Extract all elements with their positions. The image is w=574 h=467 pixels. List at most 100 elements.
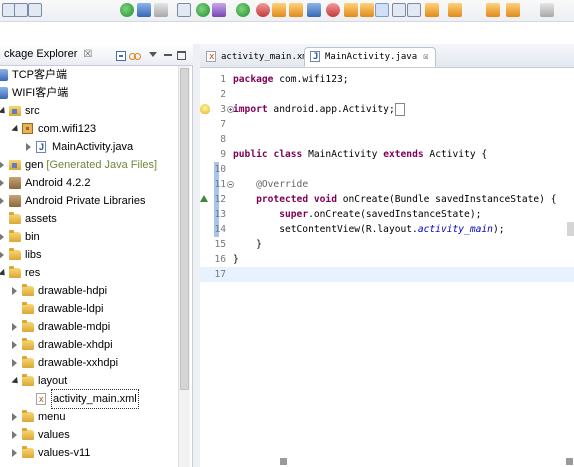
collapsed-arrow-icon[interactable] <box>12 431 17 439</box>
tree-item[interactable]: TCP客户端 <box>0 66 178 84</box>
collapsed-arrow-icon[interactable] <box>26 143 31 151</box>
tree-scroll-thumb[interactable] <box>180 68 189 390</box>
code-line[interactable]: 1 package com.wifi123; <box>200 72 574 87</box>
next-annotation-icon[interactable] <box>425 3 439 17</box>
save-icon[interactable] <box>14 3 28 17</box>
tree-item[interactable]: drawable-mdpi <box>0 318 178 336</box>
tree-item[interactable]: MainActivity.java <box>0 138 178 156</box>
tree-item[interactable]: layout <box>0 372 178 390</box>
external-tools-icon[interactable] <box>272 3 286 17</box>
collapsed-arrow-icon[interactable] <box>12 287 17 295</box>
editor-tabbar: activity_main.xml MainActivity.java ☒ <box>200 44 574 68</box>
collapsed-arrow-icon[interactable] <box>0 161 4 169</box>
tree-item-text: bin <box>25 231 40 243</box>
code-line[interactable]: 3 import android.app.Activity; <box>200 102 574 117</box>
tree-item[interactable]: assets <box>0 210 178 228</box>
code-line[interactable]: 12 protected void onCreate(Bundle savedI… <box>200 192 574 207</box>
code-line[interactable]: 11 @Override <box>200 177 574 192</box>
tree-item-label: assets <box>25 210 57 228</box>
tree-item[interactable]: com.wifi123 <box>0 120 178 138</box>
tree-item[interactable]: src <box>0 102 178 120</box>
collapsed-arrow-icon[interactable] <box>12 323 17 331</box>
maximize-icon[interactable] <box>177 51 186 60</box>
new-android-project-icon[interactable] <box>177 3 191 17</box>
code-line[interactable]: 17 <box>200 267 574 282</box>
tree-item[interactable]: values <box>0 426 178 444</box>
android-sdk-icon[interactable] <box>120 3 134 17</box>
view-menu-icon[interactable] <box>149 52 157 57</box>
back-icon[interactable] <box>506 3 520 17</box>
tree-vertical-scrollbar[interactable] <box>178 66 190 467</box>
code-line[interactable]: 14 setContentView(R.layout.activity_main… <box>200 222 574 237</box>
coverage-icon[interactable] <box>256 3 270 17</box>
tree-item[interactable]: drawable-xhdpi <box>0 336 178 354</box>
tree-item[interactable]: values-v11 <box>0 444 178 462</box>
view-sash[interactable] <box>193 44 200 467</box>
tab-package-explorer[interactable]: ckage Explorer ☒ <box>0 48 96 64</box>
code-line[interactable]: 10 <box>200 162 574 177</box>
new-class-icon[interactable] <box>326 3 340 17</box>
tree-item[interactable]: drawable-xxhdpi <box>0 354 178 372</box>
tree-item[interactable]: bin <box>0 228 178 246</box>
toggle-breadcrumb-icon[interactable] <box>392 3 406 17</box>
expanded-arrow-icon[interactable] <box>11 124 21 135</box>
print-icon[interactable] <box>28 3 42 17</box>
editor-tab[interactable]: activity_main.xml <box>200 47 320 67</box>
tree-item[interactable]: libs <box>0 246 178 264</box>
lint-icon[interactable] <box>154 3 168 17</box>
link-with-editor-icon[interactable] <box>129 51 141 61</box>
collapsed-arrow-icon[interactable] <box>0 251 4 259</box>
code-line[interactable]: 15 } <box>200 237 574 252</box>
debug-icon[interactable] <box>196 3 210 17</box>
editor-horizontal-scrollbar[interactable] <box>200 456 574 467</box>
last-edit-icon[interactable] <box>486 3 500 17</box>
editor-tab[interactable]: MainActivity.java ☒ <box>304 47 436 67</box>
code-line[interactable]: 8 <box>200 132 574 147</box>
new-package-icon[interactable] <box>307 3 321 17</box>
tree-item[interactable]: drawable-hdpi <box>0 282 178 300</box>
toggle-mark-occurrences-icon[interactable] <box>375 3 389 17</box>
open-type-icon[interactable] <box>344 3 358 17</box>
expanded-arrow-icon[interactable] <box>0 106 8 117</box>
close-icon[interactable]: ☒ <box>83 49 92 60</box>
code-line[interactable]: 13 super.onCreate(savedInstanceState); <box>200 207 574 222</box>
override-icon[interactable] <box>200 195 208 202</box>
code-editor[interactable]: 1 package com.wifi123; 2 3 import android.ap… <box>200 68 574 467</box>
code-line[interactable]: 7 <box>200 117 574 132</box>
search-icon[interactable] <box>360 3 374 17</box>
tree-item[interactable]: menu <box>0 408 178 426</box>
tree-item[interactable]: WIFI客户端 <box>0 84 178 102</box>
collapsed-arrow-icon[interactable] <box>12 359 17 367</box>
new-java-project-icon[interactable] <box>289 3 303 17</box>
collapsed-arrow-icon[interactable] <box>0 197 4 205</box>
code-line[interactable]: 16} <box>200 252 574 267</box>
tree-item[interactable]: activity_main.xml <box>0 389 178 409</box>
close-icon[interactable]: ☒ <box>423 52 428 62</box>
code-line[interactable]: 2 <box>200 87 574 102</box>
code-line[interactable]: 9 public class MainActivity extends Activ… <box>200 147 574 162</box>
minimize-icon[interactable] <box>164 54 172 56</box>
collapsed-arrow-icon[interactable] <box>12 449 17 457</box>
pin-icon[interactable] <box>407 3 421 17</box>
bug-icon[interactable] <box>212 3 226 17</box>
run-icon[interactable] <box>236 3 250 17</box>
folder-icon <box>9 230 21 242</box>
tree-item[interactable]: Android Private Libraries <box>0 192 178 210</box>
collapsed-arrow-icon[interactable] <box>12 413 17 421</box>
overview-ruler-marker[interactable] <box>567 222 574 236</box>
collapse-all-icon[interactable] <box>116 51 126 61</box>
tree-item[interactable]: Android 4.2.2 <box>0 174 178 192</box>
tree-item[interactable]: drawable-ldpi <box>0 300 178 318</box>
tree-item[interactable]: gen [Generated Java Files] <box>0 156 178 174</box>
prev-annotation-icon[interactable] <box>448 3 462 17</box>
expanded-arrow-icon[interactable] <box>11 376 21 387</box>
quick-fix-icon[interactable] <box>200 104 210 114</box>
expanded-arrow-icon[interactable] <box>0 268 8 279</box>
tree-item[interactable]: res <box>0 264 178 282</box>
tree-item-decoration: [Generated Java Files] <box>43 159 158 171</box>
avd-manager-icon[interactable] <box>137 3 151 17</box>
collapsed-arrow-icon[interactable] <box>12 341 17 349</box>
forward-icon[interactable] <box>540 3 554 17</box>
collapsed-arrow-icon[interactable] <box>0 233 4 241</box>
collapsed-arrow-icon[interactable] <box>0 179 4 187</box>
